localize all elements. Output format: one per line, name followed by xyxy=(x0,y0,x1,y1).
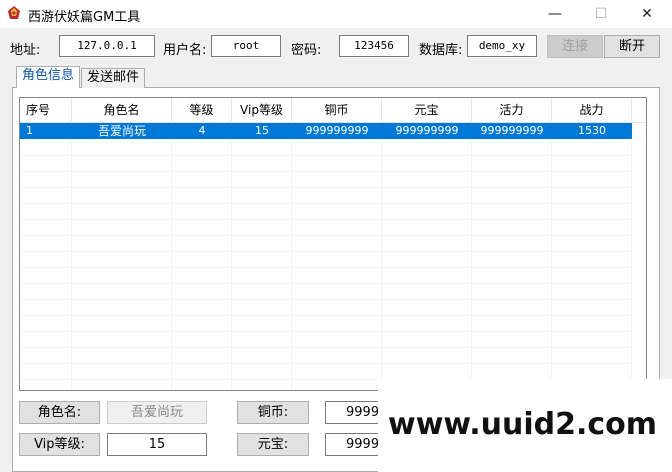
grid-line xyxy=(20,187,632,188)
title-bar: 西游伏妖篇GM工具 — ☐ ✕ xyxy=(0,0,672,28)
address-input[interactable]: 127.0.0.1 xyxy=(59,35,155,57)
column-header[interactable]: 战力 xyxy=(552,98,632,122)
password-label: 密码: xyxy=(291,43,322,58)
grid-line xyxy=(20,155,632,156)
table-cell: 999999999 xyxy=(305,124,369,137)
database-input[interactable]: demo_xy xyxy=(467,35,537,57)
app-icon xyxy=(8,6,20,19)
close-button[interactable]: ✕ xyxy=(624,0,670,28)
column-header[interactable]: 等级 xyxy=(172,98,232,122)
disconnect-button[interactable]: 断开 xyxy=(604,35,660,58)
address-label: 地址: xyxy=(10,43,41,58)
grid-line xyxy=(551,139,552,390)
grid-line xyxy=(20,235,632,236)
grid-line xyxy=(631,139,632,390)
column-header[interactable]: Vip等级 xyxy=(232,98,292,122)
column-header[interactable]: 活力 xyxy=(472,98,552,122)
watermark-text: www.uuid2.com xyxy=(388,407,658,442)
role-name-field[interactable]: 吾爱尚玩 xyxy=(107,401,207,424)
grid-line xyxy=(20,299,632,300)
grid-line xyxy=(20,203,632,204)
table-cell: 1 xyxy=(26,124,33,137)
connect-button[interactable]: 连接 xyxy=(547,35,603,58)
minimize-button[interactable]: — xyxy=(532,0,578,28)
grid-line xyxy=(20,171,632,172)
column-header[interactable]: 铜币 xyxy=(292,98,382,122)
column-header[interactable]: 元宝 xyxy=(382,98,472,122)
vip-level-input[interactable]: 15 xyxy=(107,433,207,456)
table-cell: 吾爱尚玩 xyxy=(97,124,146,138)
window-title: 西游伏妖篇GM工具 xyxy=(28,10,141,25)
grid-line xyxy=(20,283,632,284)
grid-line xyxy=(20,363,632,364)
tab-send-mail[interactable]: 发送邮件 xyxy=(81,68,145,88)
grid-line xyxy=(20,251,632,252)
database-label: 数据库: xyxy=(419,43,463,58)
table-header: 序号 角色名 等级 Vip等级 铜币 元宝 活力 战力 xyxy=(20,98,646,123)
grid-line xyxy=(471,139,472,390)
grid-line xyxy=(20,347,632,348)
grid-line xyxy=(20,331,632,332)
grid-line xyxy=(71,139,72,390)
grid-line xyxy=(291,139,292,390)
copper-label: 铜币: xyxy=(237,401,309,424)
yuanbao-label: 元宝: xyxy=(237,433,309,456)
grid-line xyxy=(20,219,632,220)
username-label: 用户名: xyxy=(163,43,207,58)
grid-line xyxy=(20,267,632,268)
table-cell: 999999999 xyxy=(395,124,459,137)
column-header[interactable]: 角色名 xyxy=(72,98,172,122)
role-name-label: 角色名: xyxy=(19,401,100,424)
username-input[interactable]: root xyxy=(211,35,281,57)
table-cell: 15 xyxy=(255,124,269,137)
watermark: www.uuid2.com xyxy=(378,379,672,472)
grid-line xyxy=(171,139,172,390)
role-table: 序号 角色名 等级 Vip等级 铜币 元宝 活力 战力 1 吾爱尚玩 4 15 … xyxy=(19,97,647,391)
table-cell: 1530 xyxy=(578,124,606,137)
column-header[interactable]: 序号 xyxy=(20,98,72,122)
maximize-button[interactable]: ☐ xyxy=(578,0,624,28)
password-input[interactable]: 123456 xyxy=(339,35,409,57)
vip-level-label: Vip等级: xyxy=(19,433,100,456)
grid-line xyxy=(20,315,632,316)
table-row[interactable]: 1 吾爱尚玩 4 15 999999999 999999999 99999999… xyxy=(20,123,632,139)
table-cell: 999999999 xyxy=(480,124,544,137)
tab-role-info[interactable]: 角色信息 xyxy=(16,66,80,88)
gm-tool-window: 西游伏妖篇GM工具 — ☐ ✕ 地址: 127.0.0.1 用户名: root … xyxy=(0,0,672,472)
grid-line xyxy=(381,139,382,390)
grid-line xyxy=(231,139,232,390)
table-cell: 4 xyxy=(198,124,206,137)
